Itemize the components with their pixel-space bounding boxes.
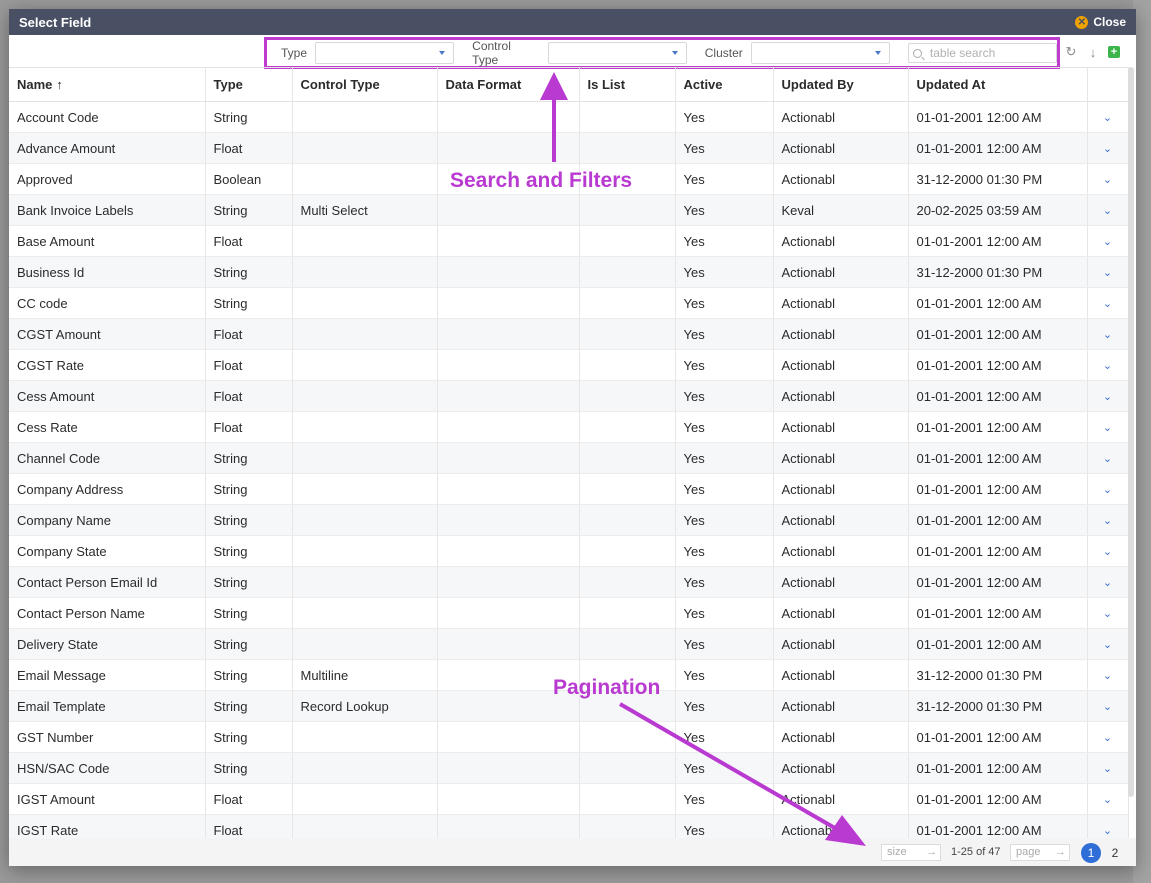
annotation-pagination: Pagination <box>553 676 661 699</box>
pagination-arrowhead <box>825 815 866 846</box>
search-filters-arrowhead <box>540 72 568 100</box>
pagination-arrow <box>619 702 841 833</box>
annotation-arrows <box>540 72 866 846</box>
annotation-search-filters: Search and Filters <box>450 169 633 192</box>
